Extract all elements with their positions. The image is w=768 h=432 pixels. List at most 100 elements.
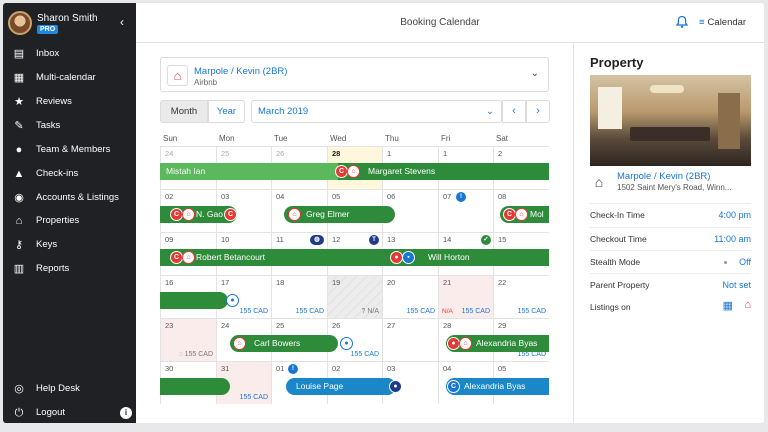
info-icon[interactable]: i [120,407,132,419]
property-photo [590,75,751,166]
booking-bar[interactable]: Alexandria Byas [446,378,549,395]
sidebar-item-check-ins[interactable]: ▲ Check-ins [3,164,136,184]
previous-month-button[interactable]: ‹ [502,100,526,123]
airbnb-icon: ⌂ [233,337,246,350]
day-cell[interactable]: 23 ◌ 155 CAD [160,318,216,361]
accounts-icon: ◉ [14,192,24,204]
booking-bar[interactable]: Louise Page [286,378,396,395]
user-profile[interactable]: Sharon Smith PRO ‹ [8,11,133,37]
checkout-time-value[interactable]: 11:00 am [714,234,751,244]
sidebar-item-reviews[interactable]: ★ Reviews [3,92,136,112]
inbox-icon: ▤ [13,48,25,60]
sidebar-item-tasks[interactable]: ✎ Tasks [3,116,136,136]
property-name-link[interactable]: Marpole / Kevin (2BR) [617,171,710,182]
weekday-header: Mon [219,134,235,143]
calendar-list-icon: ≡ [699,17,705,28]
weekday-header: Wed [330,134,347,143]
info-icon[interactable]: ! [288,364,298,374]
calendar-main: ⌂ Marpole / Kevin (2BR) Airbnb ⌄ Month Y… [136,43,573,423]
sidebar-item-label: Inbox [36,48,60,59]
calendar-view-button[interactable]: ≡ Calendar [699,17,746,28]
booking-bar[interactable]: Mistah Ian [160,163,338,180]
booking-bar[interactable]: Will Horton [396,249,549,266]
property-address: 1502 Saint Mery's Road, Winn... [617,183,732,192]
booking-bar[interactable] [160,378,230,395]
sidebar-item-keys[interactable]: ⚷ Keys [3,235,136,255]
sidebar-item-logout[interactable]: ⏻ Logout i [3,403,136,423]
user-name: Sharon Smith [37,13,98,24]
sidebar-item-label: Reviews [36,96,72,107]
booking-bar[interactable]: Robert Betancourt [160,249,396,266]
listings-on-row: Listings on ▦ ⌂ [590,299,751,312]
day-cell[interactable]: 22 155 CAD [493,275,549,318]
day-cell-blocked[interactable]: 19? N/A [327,275,382,318]
nightly-price: ? N/A [361,308,379,315]
booking-bar[interactable]: Margaret Stevens [338,163,549,180]
airbnb-icon: ⌂ [167,65,188,86]
airbnb-icon[interactable]: ⌂ [744,299,751,311]
sidebar-item-properties[interactable]: ⌂ Properties [3,211,136,231]
airbnb-icon: ⌂ [182,251,195,264]
month-select[interactable]: March 2019 ⌄ [251,100,502,123]
nightly-price: ◌ 155 CAD [178,351,213,358]
contact-icon: C [447,380,460,393]
booking-bar[interactable]: Carl Bowers [230,335,338,352]
property-summary[interactable]: ⌂ Marpole / Kevin (2BR) 1502 Saint Mery'… [590,171,751,195]
sidebar-item-reports[interactable]: ▥ Reports [3,259,136,279]
parent-property-value[interactable]: Not set [722,280,751,290]
sidebar-item-accounts-listings[interactable]: ◉ Accounts & Listings [3,188,136,208]
panel-title: Property [590,55,644,70]
airbnb-icon: ⌂ [288,208,301,221]
stealth-mode-row: Stealth Mode Off [590,250,751,272]
weekday-header: Sat [496,134,509,143]
stealth-mode-toggle[interactable]: Off [739,257,751,267]
team-icon: ● [15,144,23,156]
month-view-button[interactable]: Month [160,100,208,123]
parent-property-row: Parent Property Not set [590,273,751,295]
nightly-price: 155 CAD [295,308,324,315]
sidebar-item-label: Check-ins [36,168,79,179]
multi-calendar-icon: ▦ [13,72,25,84]
notification-bell-icon[interactable] [675,15,689,29]
listing-channel: Airbnb [194,78,218,87]
sidebar-item-help-desk[interactable]: ◎ Help Desk [3,379,136,399]
weekday-header: Sun [163,134,178,143]
reports-icon: ▥ [13,263,25,275]
day-cell[interactable]: 07! [438,189,493,232]
calendar-grid: Sun Mon Tue Wed Thu Fri Sat 24 25 26 27 … [160,132,549,407]
task-icon[interactable]: T [369,235,379,245]
sidebar-item-inbox[interactable]: ▤ Inbox [3,44,136,64]
day-cell[interactable]: 20 155 CAD [382,275,438,318]
day-cell[interactable]: 21 N/A 155 CAD [438,275,493,318]
collapse-sidebar-icon[interactable]: ‹ [120,15,124,29]
info-icon[interactable]: ! [456,192,466,202]
pro-badge: PRO [37,25,59,34]
na-label: N/A [442,308,453,315]
next-month-button[interactable]: › [526,100,550,123]
sidebar-item-label: Accounts & Listings [36,192,119,203]
sidebar-item-team-members[interactable]: ● Team & Members [3,140,136,160]
year-view-button[interactable]: Year [208,100,245,123]
contact-icon: C [224,208,237,221]
star-icon: ★ [14,96,24,108]
airbnb-icon: ⌂ [515,208,528,221]
nightly-price: 155 CAD [239,308,268,315]
pair-icon: ◍ [310,235,324,245]
sidebar-item-label: Keys [36,239,58,250]
day-cell[interactable]: 27 [382,318,438,361]
checkout-time-row: Checkout Time 11:00 am [590,227,751,249]
listing-selector[interactable]: ⌂ Marpole / Kevin (2BR) Airbnb ⌄ [160,57,549,92]
day-cell[interactable]: 18 155 CAD [271,275,327,318]
listing-site-icon[interactable]: ▦ [723,299,733,312]
help-desk-icon: ◎ [14,383,24,395]
booking-bar[interactable] [160,292,228,309]
avatar [8,11,32,35]
chevron-down-icon: ⌄ [486,106,494,117]
logout-icon: ⏻ [14,407,24,419]
app-window: Sharon Smith PRO ‹ ▤ Inbox ▦ Multi-calen… [3,3,764,423]
sidebar-item-multi-calendar[interactable]: ▦ Multi-calendar [3,68,136,88]
guest-icon: ● [340,337,353,350]
checkin-time-value[interactable]: 4:00 pm [718,210,751,220]
nightly-price: 155 CAD [239,394,268,401]
nightly-price: 155 CAD [406,308,435,315]
